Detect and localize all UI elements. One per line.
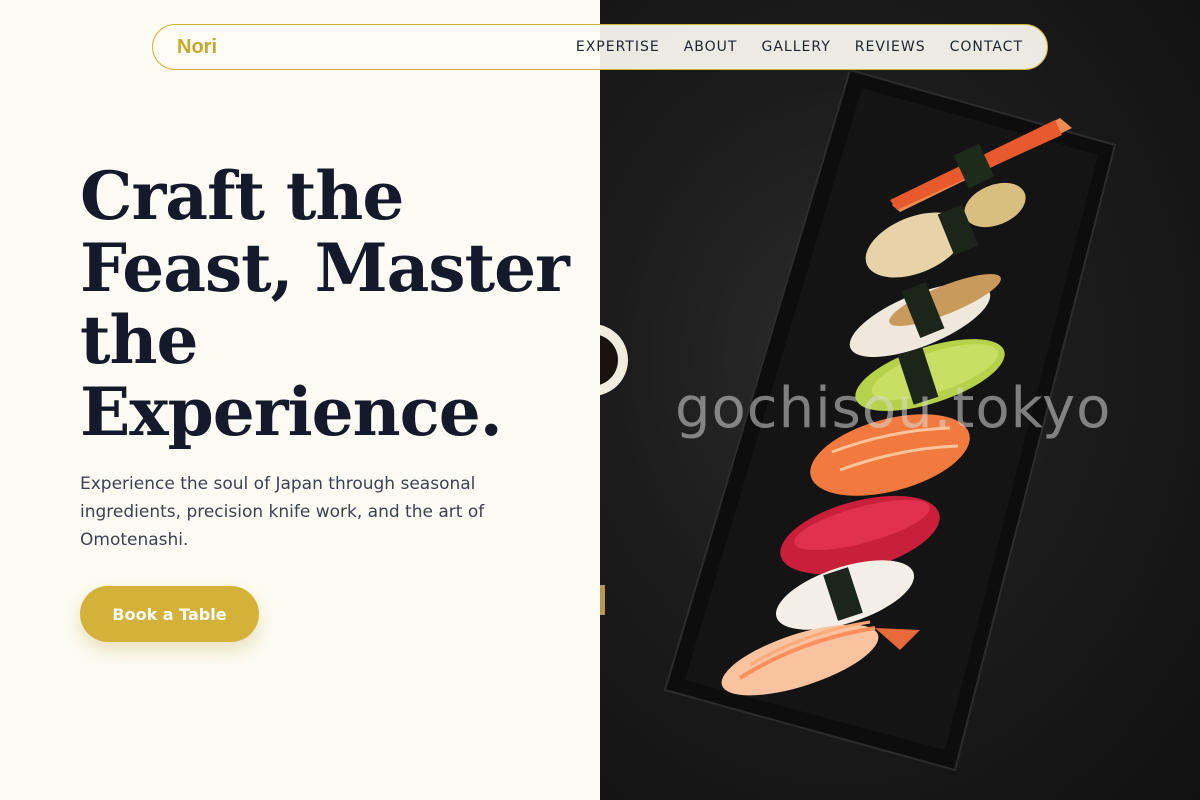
image-watermark: gochisou.tokyo	[675, 376, 1112, 441]
sushi-photo: gochisou.tokyo	[600, 0, 1200, 800]
top-navbar: Nori EXPERTISE ABOUT GALLERY REVIEWS CON…	[152, 24, 1048, 70]
nav-link-reviews[interactable]: REVIEWS	[855, 39, 926, 55]
hero-title: Craft the Feast, Master the Experience.	[80, 157, 570, 451]
nav-link-contact[interactable]: CONTACT	[950, 39, 1023, 55]
nav-link-gallery[interactable]: GALLERY	[761, 39, 830, 55]
hero-title-line: Feast, Master	[80, 229, 570, 307]
brand-logo[interactable]: Nori	[177, 36, 217, 59]
hero-title-line: Experience.	[80, 373, 503, 451]
chopstick	[600, 585, 605, 615]
nav-links: EXPERTISE ABOUT GALLERY REVIEWS CONTACT	[552, 39, 1023, 55]
hero-title-line: the	[80, 301, 198, 379]
hero-title-line: Craft the	[80, 157, 404, 235]
hero-description: Experience the soul of Japan through sea…	[80, 474, 485, 550]
nav-link-expertise[interactable]: EXPERTISE	[576, 39, 660, 55]
nav-link-about[interactable]: ABOUT	[684, 39, 738, 55]
book-table-button[interactable]: Book a Table	[80, 586, 259, 642]
